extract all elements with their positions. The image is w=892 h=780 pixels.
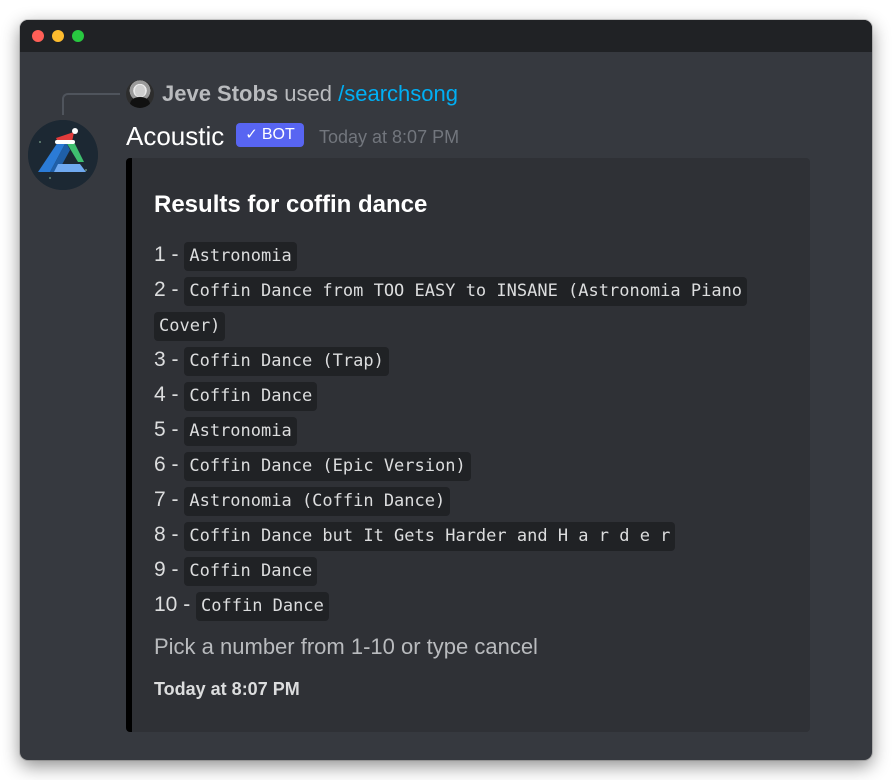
result-title: Astronomia (184, 242, 297, 271)
result-item: 7 - Astronomia (Coffin Dance) (154, 483, 804, 518)
bot-badge: ✓ BOT (236, 123, 304, 147)
embed-title: Results for coffin dance (154, 191, 428, 218)
result-number: 10 - (154, 593, 191, 616)
minimize-window-button[interactable] (52, 30, 64, 42)
result-title: Astronomia (Coffin Dance) (184, 487, 451, 516)
result-title: Coffin Dance (196, 592, 329, 621)
embed-prompt: Pick a number from 1-10 or type cancel (154, 634, 538, 659)
result-number: 7 - (154, 488, 179, 511)
result-title: Coffin Dance (Trap) (184, 347, 389, 376)
result-number: 4 - (154, 383, 179, 406)
reply-user-avatar[interactable] (126, 80, 154, 108)
bot-username[interactable]: Acoustic (126, 120, 224, 152)
bot-badge-label: BOT (261, 126, 295, 143)
reply-connector-line (62, 93, 120, 115)
result-item: 8 - Coffin Dance but It Gets Harder and … (154, 518, 804, 553)
embed-footer-timestamp: Today at 8:07 PM (154, 679, 300, 699)
result-item: 1 - Astronomia (154, 238, 804, 273)
reply-used-label: used (284, 81, 333, 106)
result-title: Coffin Dance from TOO EASY to INSANE (As… (154, 277, 748, 341)
title-bar (20, 20, 872, 52)
results-embed: Results for coffin dance 1 - Astronomia … (126, 158, 810, 732)
result-title: Coffin Dance (Epic Version) (184, 452, 471, 481)
result-item: 2 - Coffin Dance from TOO EASY to INSANE… (154, 273, 804, 343)
acoustic-logo-icon (28, 120, 98, 190)
result-title: Coffin Dance (184, 557, 318, 586)
result-title: Astronomia (184, 417, 297, 446)
result-item: 9 - Coffin Dance (154, 553, 804, 588)
result-item: 6 - Coffin Dance (Epic Version) (154, 448, 804, 483)
result-title: Coffin Dance but It Gets Harder and H a … (184, 522, 676, 551)
app-window: Jeve Stobs used /searchsong Acoustic ✓ BO… (20, 20, 872, 760)
result-number: 8 - (154, 523, 179, 546)
reply-reference: Jeve Stobs used /searchsong (162, 80, 458, 108)
bot-avatar[interactable] (28, 120, 98, 190)
maximize-window-button[interactable] (72, 30, 84, 42)
message-timestamp[interactable]: Today at 8:07 PM (319, 124, 459, 150)
result-item: 10 - Coffin Dance (154, 588, 804, 623)
reply-username[interactable]: Jeve Stobs (162, 81, 278, 106)
close-window-button[interactable] (32, 30, 44, 42)
result-item: 3 - Coffin Dance (Trap) (154, 343, 804, 378)
result-item: 5 - Astronomia (154, 413, 804, 448)
result-number: 9 - (154, 558, 179, 581)
result-number: 6 - (154, 453, 179, 476)
result-number: 5 - (154, 418, 179, 441)
result-number: 1 - (154, 243, 179, 266)
verified-check-icon: ✓ (245, 126, 258, 143)
result-number: 2 - (154, 278, 179, 301)
result-number: 3 - (154, 348, 179, 371)
slash-command-link[interactable]: /searchsong (338, 81, 458, 106)
results-list: 1 - Astronomia 2 - Coffin Dance from TOO… (154, 238, 804, 623)
result-item: 4 - Coffin Dance (154, 378, 804, 413)
result-title: Coffin Dance (184, 382, 318, 411)
